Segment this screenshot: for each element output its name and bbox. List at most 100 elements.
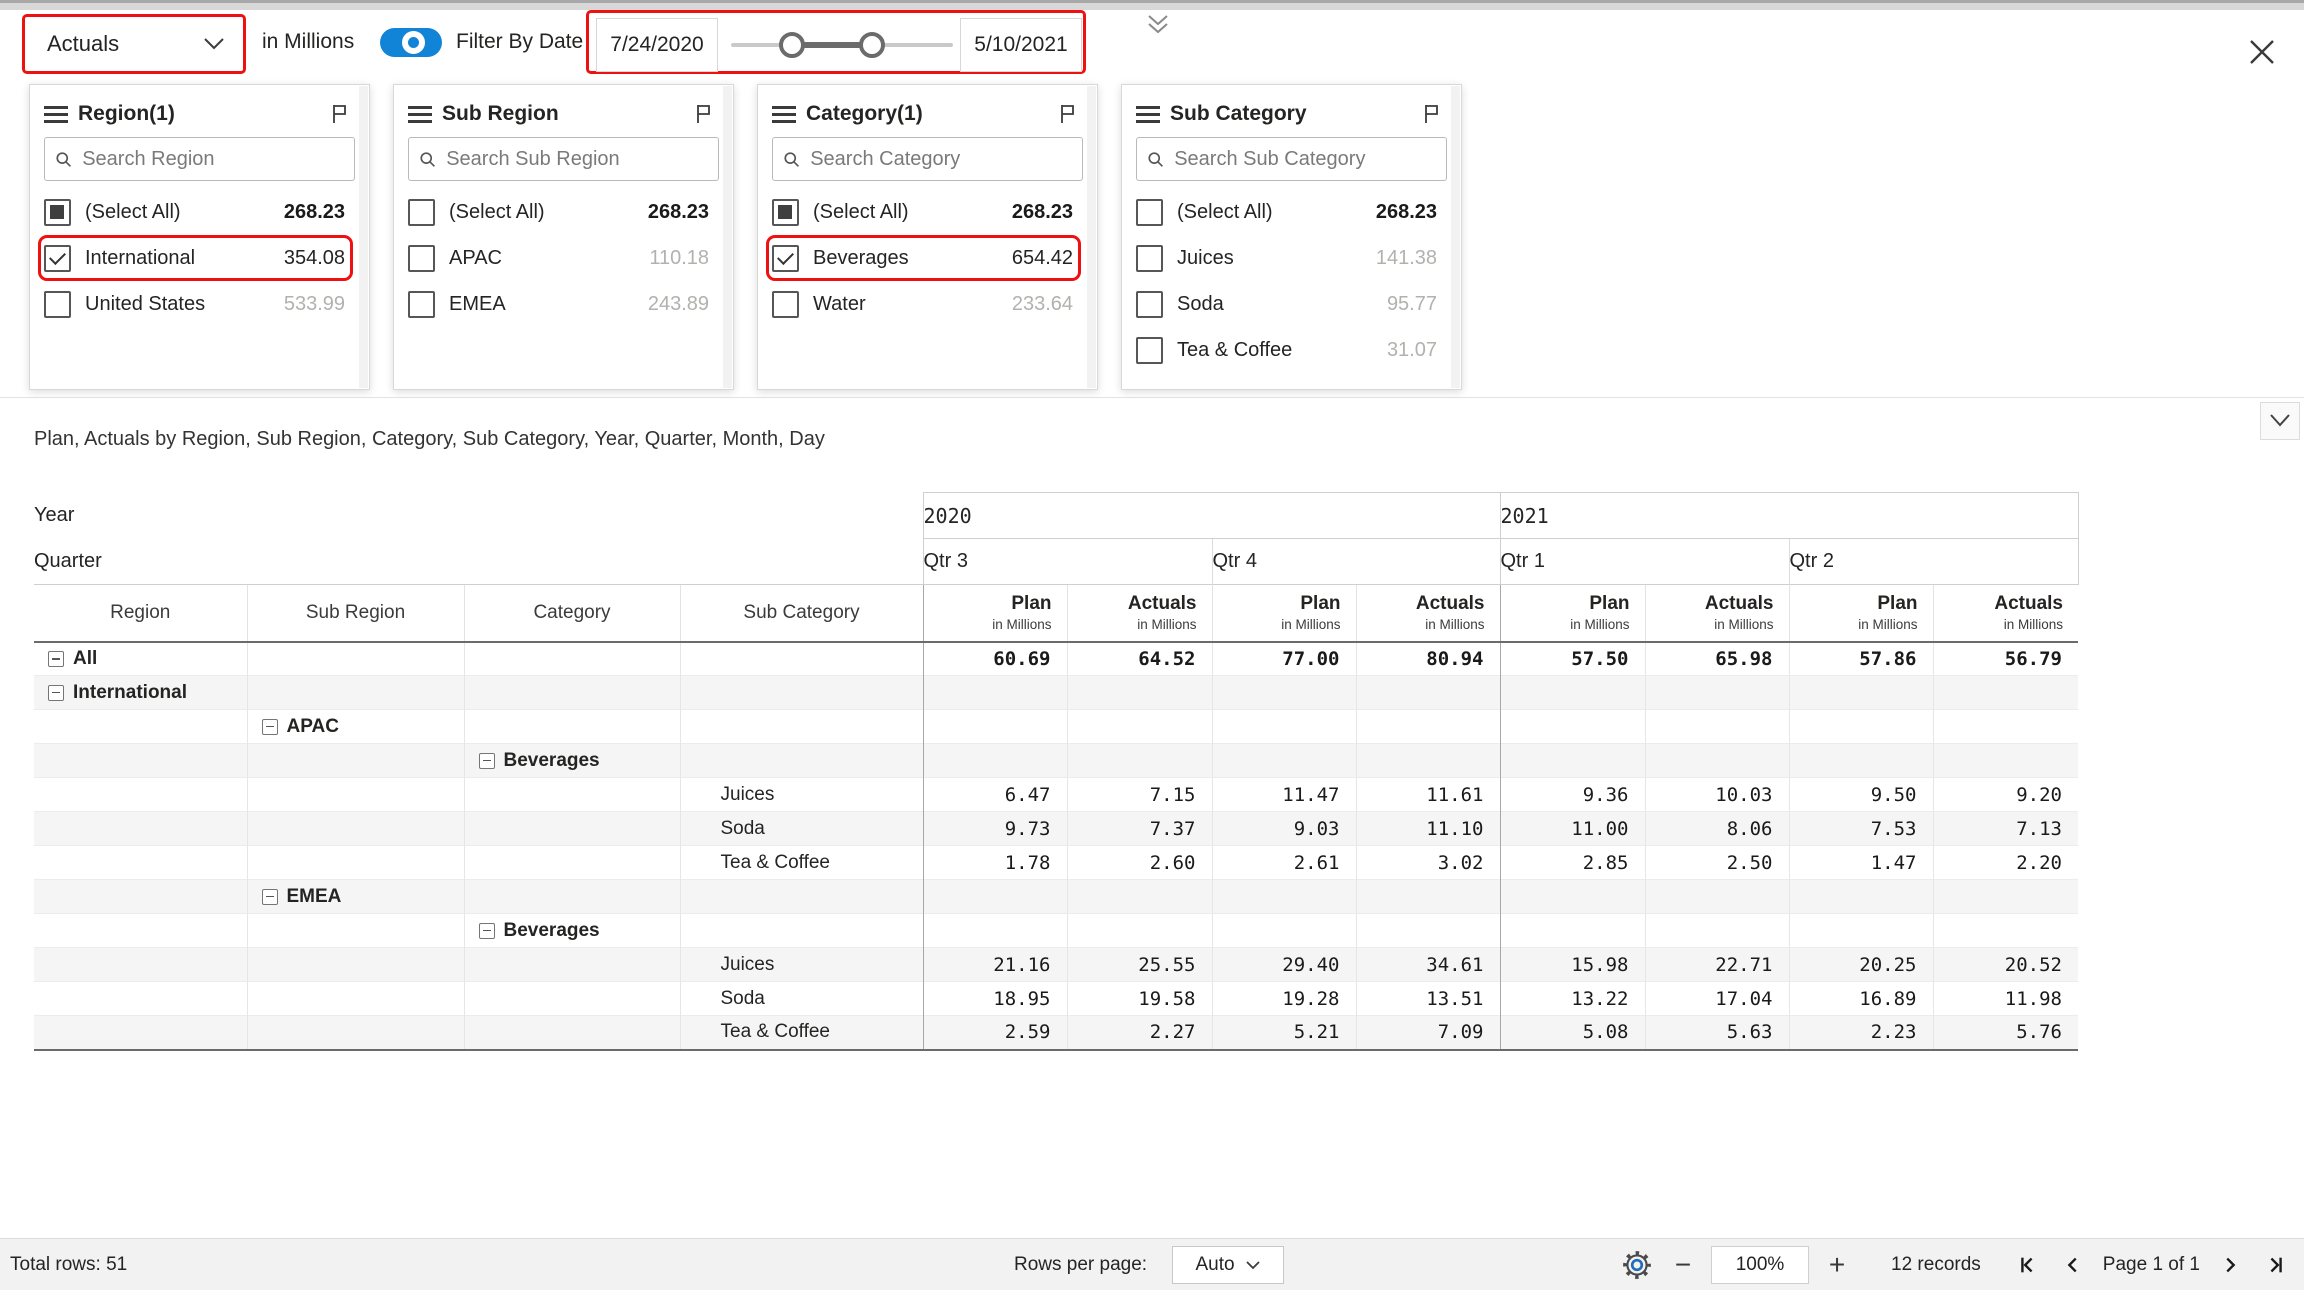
last-page-icon[interactable] — [2258, 1247, 2294, 1283]
year-2020-header[interactable]: 2020 — [923, 493, 1500, 539]
filter-by-date-toggle[interactable] — [380, 28, 442, 57]
measure-header: Actualsin Millions — [1645, 585, 1789, 642]
collapse-icon[interactable] — [48, 685, 64, 701]
filter-item[interactable]: (Select All) 268.23 — [44, 189, 355, 235]
expand-table-button[interactable] — [2260, 402, 2300, 440]
rows-per-page-label: Rows per page: — [1014, 1239, 1147, 1291]
search-box — [1136, 137, 1447, 181]
date-filter-group — [586, 10, 1086, 74]
search-icon — [1147, 150, 1164, 169]
next-page-icon[interactable] — [2212, 1247, 2248, 1283]
settings-gear-icon[interactable] — [1619, 1247, 1655, 1283]
collapse-icon[interactable] — [479, 923, 495, 939]
quarter-header[interactable]: Qtr 3 — [923, 539, 1212, 585]
filter-item[interactable]: (Select All) 268.23 — [1136, 189, 1447, 235]
zoom-in-button[interactable]: + — [1819, 1247, 1855, 1283]
filter-by-date-label: Filter By Date — [456, 10, 583, 74]
search-input[interactable] — [810, 148, 1072, 171]
menu-icon[interactable] — [44, 102, 68, 127]
rows-per-page-select[interactable]: Auto — [1172, 1246, 1284, 1284]
menu-icon[interactable] — [408, 102, 432, 127]
year-2021-header[interactable]: 2021 — [1500, 493, 2078, 539]
table-row: All 60.6964.5277.0080.94 57.5065.9857.86… — [34, 642, 2078, 676]
collapse-filter-pane-icon[interactable] — [1136, 10, 1180, 40]
measure-dropdown[interactable]: Actuals — [22, 14, 246, 74]
checkbox[interactable] — [1136, 337, 1163, 364]
filter-panel-region: Region(1) (Select All) 268.23 Internatio… — [29, 84, 370, 390]
collapse-icon[interactable] — [262, 889, 278, 905]
search-box — [408, 137, 719, 181]
search-input[interactable] — [446, 148, 708, 171]
collapse-icon[interactable] — [48, 651, 64, 667]
filter-item[interactable]: APAC 110.18 — [408, 235, 719, 281]
filter-item[interactable]: Soda 95.77 — [1136, 281, 1447, 327]
measure-header: Actualsin Millions — [1933, 585, 2078, 642]
chevron-down-icon — [203, 37, 225, 51]
quarter-row-label: Quarter — [34, 539, 923, 585]
table-row: Soda 18.9519.5819.2813.51 13.2217.0416.8… — [34, 982, 2078, 1016]
start-date-input[interactable] — [596, 18, 718, 72]
quarter-header[interactable]: Qtr 4 — [1212, 539, 1500, 585]
records-count: 12 records — [1891, 1254, 1981, 1276]
search-box — [44, 137, 355, 181]
checkbox[interactable] — [44, 199, 71, 226]
filter-item[interactable]: Juices 141.38 — [1136, 235, 1447, 281]
flag-icon[interactable] — [1421, 103, 1443, 125]
flag-icon[interactable] — [1057, 103, 1079, 125]
checkbox[interactable] — [1136, 245, 1163, 272]
checkbox[interactable] — [1136, 199, 1163, 226]
table-row: Tea & Coffee 2.592.275.217.09 5.085.632.… — [34, 1016, 2078, 1050]
toggle-knob — [402, 31, 425, 54]
slider-handle-end[interactable] — [859, 32, 885, 58]
filter-item-highlighted[interactable]: Beverages 654.42 — [772, 235, 1083, 281]
search-input[interactable] — [82, 148, 344, 171]
filter-item[interactable]: Tea & Coffee 31.07 — [1136, 327, 1447, 373]
first-page-icon[interactable] — [2009, 1247, 2045, 1283]
zoom-out-button[interactable]: − — [1665, 1247, 1701, 1283]
checkbox[interactable] — [408, 291, 435, 318]
checkbox[interactable] — [772, 199, 799, 226]
zoom-level: 100% — [1711, 1246, 1809, 1284]
filter-item[interactable]: (Select All) 268.23 — [408, 189, 719, 235]
slider-handle-start[interactable] — [779, 32, 805, 58]
quarter-header[interactable]: Qtr 2 — [1789, 539, 2078, 585]
filter-item[interactable]: United States 533.99 — [44, 281, 355, 327]
year-header-row: Year 2020 2021 — [34, 493, 2078, 539]
date-range-slider — [731, 13, 953, 77]
close-icon[interactable] — [2240, 30, 2284, 74]
flag-icon[interactable] — [693, 103, 715, 125]
checkbox[interactable] — [408, 245, 435, 272]
filter-item[interactable]: (Select All) 268.23 — [772, 189, 1083, 235]
search-icon — [783, 150, 800, 169]
measure-header: Actualsin Millions — [1067, 585, 1212, 642]
filter-item-highlighted[interactable]: International 354.08 — [44, 235, 355, 281]
checkbox[interactable] — [44, 245, 71, 272]
page-indicator: Page 1 of 1 — [2103, 1254, 2200, 1276]
checkbox[interactable] — [1136, 291, 1163, 318]
window-chrome-strip — [0, 0, 2304, 10]
filter-item[interactable]: Water 233.64 — [772, 281, 1083, 327]
checkbox[interactable] — [772, 245, 799, 272]
table-row: Beverages — [34, 744, 2078, 778]
end-date-input[interactable] — [960, 18, 1082, 72]
table-row: APAC — [34, 710, 2078, 744]
menu-icon[interactable] — [772, 102, 796, 127]
chevron-down-icon — [2268, 413, 2292, 429]
checkbox[interactable] — [44, 291, 71, 318]
checkbox[interactable] — [408, 199, 435, 226]
previous-page-icon[interactable] — [2055, 1247, 2091, 1283]
quarter-header[interactable]: Qtr 1 — [1500, 539, 1789, 585]
search-input[interactable] — [1174, 148, 1436, 171]
flag-icon[interactable] — [329, 103, 351, 125]
panel-title: Sub Region — [442, 102, 693, 126]
measure-header: Planin Millions — [923, 585, 1067, 642]
collapse-icon[interactable] — [262, 719, 278, 735]
measure-header: Planin Millions — [1212, 585, 1356, 642]
collapse-icon[interactable] — [479, 753, 495, 769]
column-header-sub-region: Sub Region — [247, 585, 464, 642]
total-rows-label: Total rows: 51 — [10, 1239, 127, 1291]
filter-item[interactable]: EMEA 243.89 — [408, 281, 719, 327]
menu-icon[interactable] — [1136, 102, 1160, 127]
checkbox[interactable] — [772, 291, 799, 318]
search-icon — [55, 150, 72, 169]
